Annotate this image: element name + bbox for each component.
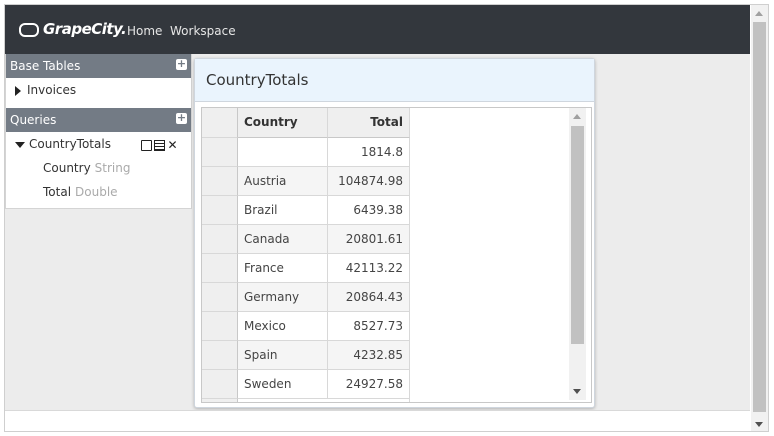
row-header[interactable] <box>202 312 238 341</box>
grid-cell-total[interactable]: 20801.61 <box>328 225 410 254</box>
grid-cell-country[interactable]: Sweden <box>238 370 328 399</box>
scrollbar-thumb[interactable] <box>571 126 584 344</box>
brand-name: GrapeCity. <box>43 20 127 38</box>
delete-icon[interactable]: ✕ <box>167 139 178 151</box>
page-scroll-up-arrow-icon[interactable] <box>755 11 763 16</box>
row-header[interactable] <box>202 225 238 254</box>
table-name: Invoices <box>27 83 77 97</box>
row-header[interactable] <box>202 138 238 167</box>
sidebar: Base Tables + Invoices Queries + Country… <box>5 54 192 209</box>
collapse-arrow-icon[interactable] <box>15 141 25 148</box>
grid-cell-country[interactable]: Mexico <box>238 312 328 341</box>
grid-cell-total[interactable]: 8527.73 <box>328 312 410 341</box>
page-scroll-down-arrow-icon[interactable] <box>755 422 763 427</box>
grid-cell-country[interactable]: France <box>238 254 328 283</box>
query-item-countrytotals[interactable]: CountryTotals <box>15 137 111 151</box>
grid-cell-country[interactable]: Spain <box>238 341 328 370</box>
grid-cell-country[interactable]: Brazil <box>238 196 328 225</box>
grid-cell-total[interactable]: 24927.58 <box>328 370 410 399</box>
grapecity-logo-icon <box>19 22 39 37</box>
field-name: Total <box>43 185 72 199</box>
query-name: CountryTotals <box>29 137 111 151</box>
column-header-total[interactable]: Total <box>328 108 410 138</box>
grid-cell-total[interactable]: 4232.85 <box>328 341 410 370</box>
expand-arrow-icon[interactable] <box>15 85 21 96</box>
page-vertical-scrollbar[interactable] <box>751 5 768 431</box>
row-header[interactable] <box>202 399 238 402</box>
row-header[interactable] <box>202 341 238 370</box>
nav-home-link[interactable]: Home <box>127 24 162 38</box>
horizontal-scroll-area <box>5 410 750 432</box>
grid-cell-country[interactable]: Canada <box>238 225 328 254</box>
app-window: GrapeCity. Home Workspace Base Tables + … <box>0 0 774 436</box>
scroll-down-arrow-icon[interactable] <box>573 389 581 394</box>
row-header[interactable] <box>202 370 238 399</box>
brand-logo[interactable]: GrapeCity. <box>19 20 127 38</box>
panel-header: CountryTotals <box>195 59 594 102</box>
top-navbar: GrapeCity. Home Workspace <box>5 5 750 54</box>
grid-cell-total[interactable]: 6439.38 <box>328 196 410 225</box>
table-view-icon[interactable] <box>154 140 165 151</box>
base-tables-title: Base Tables <box>10 59 81 73</box>
edit-icon[interactable] <box>141 140 152 151</box>
nav-workspace-link[interactable]: Workspace <box>170 24 236 38</box>
query-field-total: Total Double <box>43 185 118 199</box>
add-query-icon[interactable]: + <box>176 112 187 124</box>
queries-header: Queries + <box>6 108 191 132</box>
scroll-up-arrow-icon[interactable] <box>573 114 581 119</box>
grid-cell-total[interactable]: 104874.98 <box>328 167 410 196</box>
grid-cell-country[interactable]: Austria <box>238 167 328 196</box>
row-header[interactable] <box>202 283 238 312</box>
base-tables-header: Base Tables + <box>6 54 191 78</box>
row-header[interactable] <box>202 167 238 196</box>
data-grid[interactable]: Country Total Argentina 1814.8 Austria 1048… <box>201 107 592 403</box>
field-type: String <box>94 161 131 175</box>
row-header[interactable] <box>202 254 238 283</box>
row-header[interactable] <box>202 196 238 225</box>
field-name: Country <box>43 161 91 175</box>
grid-cell-total[interactable]: 42113.22 <box>328 254 410 283</box>
queries-title: Queries <box>10 113 57 127</box>
add-table-icon[interactable]: + <box>176 58 187 70</box>
panel-title: CountryTotals <box>206 71 309 89</box>
grid-vertical-scrollbar[interactable] <box>569 108 586 400</box>
query-field-country: Country String <box>43 161 130 175</box>
query-result-panel: CountryTotals Country Total Argentina 181… <box>194 58 595 408</box>
sidebar-item-invoices[interactable]: Invoices <box>15 83 76 97</box>
grid-cell-total[interactable]: 20864.43 <box>328 283 410 312</box>
query-actions: ✕ <box>141 138 185 152</box>
column-header-country[interactable]: Country <box>238 108 328 138</box>
grid-cell-country[interactable]: Argentina <box>238 138 328 167</box>
grid-partial-row <box>238 399 410 402</box>
grid-top-left-corner <box>202 108 238 138</box>
grid-cell-total[interactable]: 1814.8 <box>328 138 410 167</box>
grid-cell-country[interactable]: Germany <box>238 283 328 312</box>
field-type: Double <box>75 185 118 199</box>
page-scrollbar-thumb[interactable] <box>753 22 766 412</box>
